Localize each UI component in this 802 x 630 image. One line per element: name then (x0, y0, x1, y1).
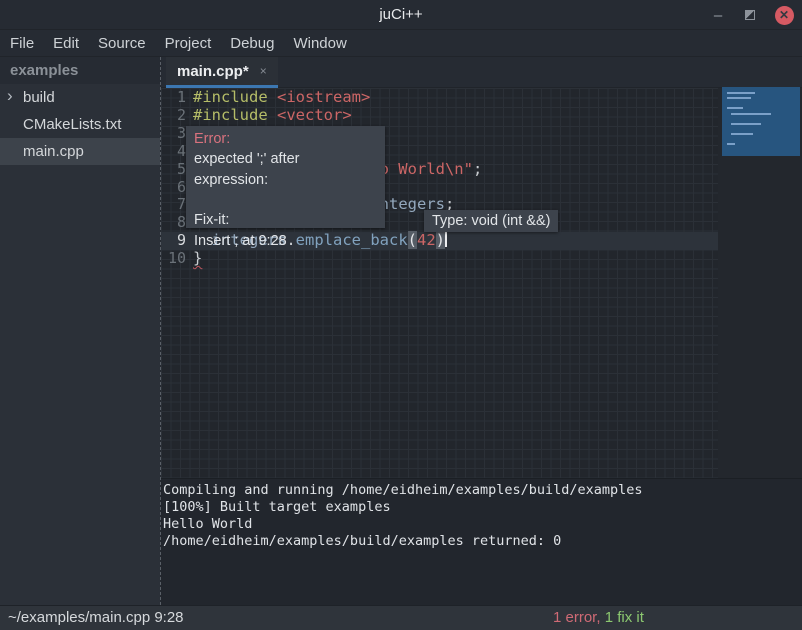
code-line-1[interactable]: 1 #include <iostream> (161, 89, 718, 107)
chevron-right-icon[interactable]: › (7, 86, 13, 106)
window-title: juCi++ (0, 6, 802, 23)
minimap-line (727, 97, 751, 99)
line-number: 3 (161, 125, 186, 143)
tab-close-icon[interactable]: × (260, 64, 267, 78)
minimap-line (731, 113, 771, 115)
minimap-line (727, 92, 755, 94)
minimap-line (727, 107, 743, 109)
close-button[interactable]: ✕ (772, 0, 796, 30)
menu-item-edit[interactable]: Edit (53, 35, 79, 52)
status-fixit-count: 1 fix it (605, 609, 644, 626)
menu-item-project[interactable]: Project (165, 35, 212, 52)
sidebar-item-build[interactable]: › build (0, 84, 160, 111)
menu-item-file[interactable]: File (10, 35, 34, 52)
panel-divider[interactable] (160, 57, 161, 605)
restore-button[interactable] (738, 0, 762, 30)
tooltip-fixit-message: Insert ; at 9:28 (194, 231, 377, 251)
tab-bar: main.cpp* × (161, 57, 802, 88)
tooltip-spacer (194, 190, 377, 210)
status-diagnostics[interactable]: 1 error, 1 fix it (553, 609, 644, 626)
file-tree: › build CMakeLists.txt main.cpp (0, 84, 160, 165)
tooltip-error-title: Error: (194, 129, 377, 149)
status-error-count: 1 error, (553, 609, 601, 626)
line-number: 1 (161, 89, 186, 107)
minimap-line (727, 143, 735, 145)
menu-bar: File Edit Source Project Debug Window (0, 30, 802, 57)
type-tooltip: Type: void (int &&) (424, 210, 558, 232)
title-bar: juCi++ – ✕ (0, 0, 802, 30)
menu-item-window[interactable]: Window (293, 35, 346, 52)
tooltip-fixit-title: Fix-it: (194, 210, 377, 230)
line-number: 4 (161, 143, 186, 161)
sidebar-item-cmakelists-txt[interactable]: CMakeLists.txt (0, 111, 160, 138)
code-line-10[interactable]: 10} (161, 250, 718, 268)
minimap-line (731, 123, 761, 125)
line-number: 7 (161, 196, 186, 214)
minimize-button[interactable]: – (706, 0, 730, 30)
code-line-2[interactable]: 2 #include <vector> (161, 107, 718, 125)
diagnostic-tooltip: Error: expected ';' after expression: Fi… (186, 126, 385, 228)
status-bar: ~/examples/main.cpp 9:28 1 error, 1 fix … (0, 605, 802, 630)
tab-label: main.cpp* (177, 63, 249, 80)
file-browser-panel: examples › build CMakeLists.txt main.cpp (0, 57, 160, 605)
text-cursor (445, 232, 447, 247)
terminal-output: Compiling and running /home/eidheim/exam… (161, 479, 802, 550)
file-label: build (23, 89, 55, 106)
minimap[interactable] (722, 87, 800, 156)
project-name: examples (0, 57, 160, 84)
line-number: 9 (161, 232, 186, 250)
code-text: #include <vector> (193, 107, 352, 125)
file-label: CMakeLists.txt (23, 116, 121, 133)
close-icon: ✕ (775, 6, 794, 25)
code-text: } (193, 250, 202, 268)
sidebar-item-main-cpp[interactable]: main.cpp (0, 138, 160, 165)
status-file-path: ~/examples/main.cpp 9:28 (8, 609, 184, 626)
line-number: 8 (161, 214, 186, 232)
terminal-panel[interactable]: Compiling and running /home/eidheim/exam… (161, 478, 802, 605)
tab-main-cpp[interactable]: main.cpp* × (166, 57, 278, 88)
juci-window: juCi++ – ✕ File Edit Source Project Debug Win… (0, 0, 802, 630)
line-number: 10 (161, 250, 186, 268)
line-number: 5 (161, 161, 186, 179)
line-number: 2 (161, 107, 186, 125)
code-text: #include <iostream> (193, 89, 370, 107)
menu-item-source[interactable]: Source (98, 35, 146, 52)
restore-icon (745, 10, 755, 20)
minimap-line (731, 133, 753, 135)
line-number: 6 (161, 179, 186, 197)
tooltip-error-message: expected ';' after expression: (194, 149, 377, 190)
file-label: main.cpp (23, 143, 84, 160)
menu-item-debug[interactable]: Debug (230, 35, 274, 52)
